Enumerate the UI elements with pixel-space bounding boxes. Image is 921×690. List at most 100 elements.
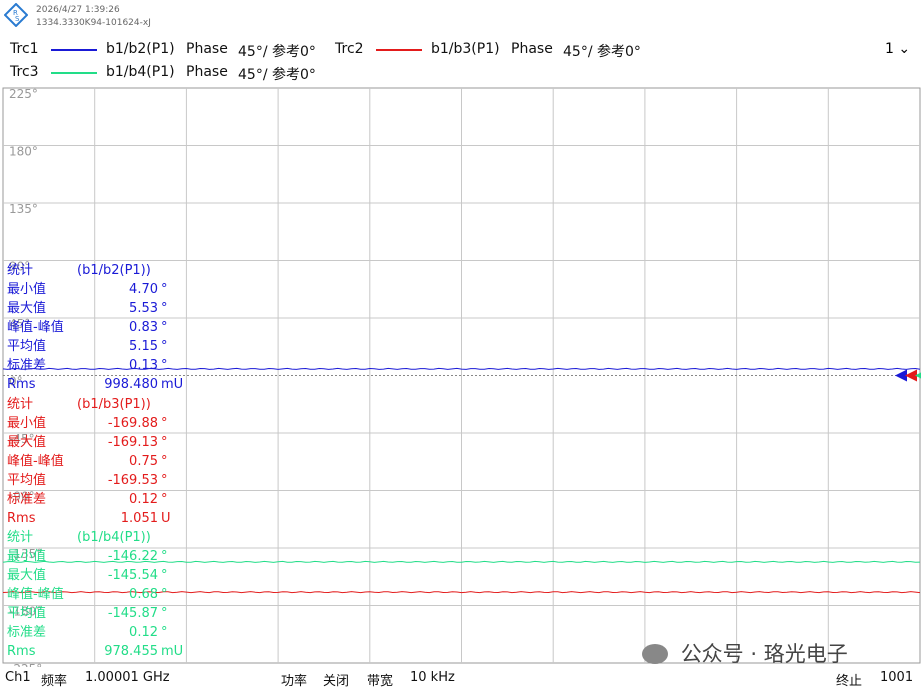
stats-unit: ° <box>161 358 168 373</box>
stats-unit: ° <box>161 454 168 469</box>
stats-row: 峰值-峰值 0.83 ° <box>7 318 182 337</box>
stats-label: 最大值 <box>7 568 47 583</box>
stats-row: 峰值-峰值 0.75 ° <box>7 452 182 471</box>
stats-value: 0.13 <box>129 358 158 373</box>
stats-row: Rms 978.455 mU <box>7 642 184 661</box>
stats-row: 平均值 -169.53 ° <box>7 471 182 490</box>
stats-unit: ° <box>161 492 168 507</box>
stats-value: -146.22 <box>107 549 158 564</box>
stats-label: 最小值 <box>7 282 47 297</box>
stats-row: 最小值 4.70 ° <box>7 280 182 299</box>
channel-label[interactable]: Ch1 <box>5 670 31 685</box>
stats-label: 最大值 <box>7 435 47 450</box>
freq-value[interactable]: 1.00001 GHz <box>85 670 170 685</box>
stats-unit: U <box>161 511 171 526</box>
stats-label: Rms <box>7 644 36 659</box>
stats-unit: ° <box>161 606 168 621</box>
stop-label: 终止 <box>836 674 863 689</box>
power-value[interactable]: 关闭 <box>323 670 349 689</box>
stats-value: 978.455 <box>104 644 158 659</box>
stats-value: 5.53 <box>129 301 158 316</box>
stats-label: 标准差 <box>7 358 47 373</box>
stats-row: 最大值 5.53 ° <box>7 299 182 318</box>
stats-unit: ° <box>161 339 168 354</box>
stats-row: 标准差 0.12 ° <box>7 623 182 642</box>
stats-trace-name: (b1/b2(P1)) <box>77 263 151 278</box>
stats-label: 峰值-峰值 <box>7 454 64 469</box>
stats-unit: ° <box>161 625 168 640</box>
stats-unit: ° <box>161 549 168 564</box>
stats-label: 峰值-峰值 <box>7 587 64 602</box>
y-tick-label: 135° <box>9 202 38 216</box>
stats-row: 最小值 -146.22 ° <box>7 547 182 566</box>
freq-label: 频率 <box>41 674 68 689</box>
stats-row: 平均值 -145.87 ° <box>7 604 182 623</box>
stats-label: 标准差 <box>7 492 47 507</box>
stats-header-label: 统计 <box>7 530 34 545</box>
stats-value: 998.480 <box>104 377 158 392</box>
bandwidth-value[interactable]: 10 kHz <box>410 670 455 685</box>
stats-row: 标准差 0.12 ° <box>7 490 182 509</box>
stats-header: 统计 (b1/b3(P1)) <box>7 395 182 414</box>
stop-value[interactable]: 1001 <box>880 670 913 685</box>
stats-value: -145.87 <box>107 606 158 621</box>
stats-row: 最小值 -169.88 ° <box>7 414 182 433</box>
stats-label: 峰值-峰值 <box>7 320 64 335</box>
stats-block-trc2: 统计 (b1/b3(P1)) 最小值 -169.88 ° 最大值 -169.13 ° 峰值-峰值… <box>7 395 182 528</box>
stats-value: 0.12 <box>129 625 158 640</box>
stats-row: 平均值 5.15 ° <box>7 337 182 356</box>
stats-unit: ° <box>161 568 168 583</box>
stats-label: Rms <box>7 511 36 526</box>
watermark: 公众号 · 珞光电子 <box>642 638 848 668</box>
stats-row: 峰值-峰值 0.68 ° <box>7 585 182 604</box>
stats-header-label: 统计 <box>7 263 34 278</box>
stats-label: 平均值 <box>7 606 47 621</box>
stats-value: 0.75 <box>129 454 158 469</box>
stats-unit: ° <box>161 473 168 488</box>
stats-value: 1.051 <box>120 511 158 526</box>
stats-value: -169.53 <box>107 473 158 488</box>
power-label: 功率 <box>281 674 308 689</box>
stats-label: Rms <box>7 377 36 392</box>
stats-label: 最小值 <box>7 416 47 431</box>
stats-label: 平均值 <box>7 339 47 354</box>
stats-value: 0.83 <box>129 320 158 335</box>
y-tick-label: 180° <box>9 145 38 159</box>
stats-value: 4.70 <box>129 282 158 297</box>
stats-row: Rms 998.480 mU <box>7 375 184 394</box>
wechat-icon <box>642 644 668 664</box>
stats-value: -169.13 <box>107 435 158 450</box>
stats-unit: ° <box>161 435 168 450</box>
stats-row: Rms 1.051 U <box>7 509 182 528</box>
stats-block-trc1: 统计 (b1/b2(P1)) 最小值 4.70 ° 最大值 5.53 ° 峰值-峰值 0.83 ° 平… <box>7 261 184 394</box>
stats-trace-name: (b1/b3(P1)) <box>77 397 151 412</box>
y-tick-label: 225° <box>9 87 38 101</box>
stats-block-trc3: 统计 (b1/b4(P1)) 最小值 -146.22 ° 最大值 -145.54 ° 峰值-峰值… <box>7 528 184 661</box>
stats-value: 5.15 <box>129 339 158 354</box>
stats-value: -169.88 <box>107 416 158 431</box>
stats-unit: ° <box>161 416 168 431</box>
stats-value: -145.54 <box>107 568 158 583</box>
stats-label: 平均值 <box>7 473 47 488</box>
stats-unit: ° <box>161 587 168 602</box>
stats-row: 最大值 -145.54 ° <box>7 566 182 585</box>
stats-trace-name: (b1/b4(P1)) <box>77 530 151 545</box>
stats-label: 标准差 <box>7 625 47 640</box>
stats-value: 0.68 <box>129 587 158 602</box>
bandwidth-label: 带宽 <box>367 674 394 689</box>
stats-unit: ° <box>161 282 168 297</box>
stats-value: 0.12 <box>129 492 158 507</box>
stats-header: 统计 (b1/b4(P1)) <box>7 528 182 547</box>
stats-row: 标准差 0.13 ° <box>7 356 182 375</box>
stats-unit: ° <box>161 320 168 335</box>
stats-label: 最小值 <box>7 549 47 564</box>
stats-header-label: 统计 <box>7 397 34 412</box>
stats-header: 统计 (b1/b2(P1)) <box>7 261 182 280</box>
stats-unit: mU <box>161 377 184 392</box>
watermark-text: 公众号 · 珞光电子 <box>680 642 848 666</box>
stats-unit: ° <box>161 301 168 316</box>
stats-unit: mU <box>161 644 184 659</box>
status-bar: Ch1 频率 1.00001 GHz 功率 关闭 带宽 10 kHz 终止 10… <box>0 667 921 690</box>
stats-row: 最大值 -169.13 ° <box>7 433 182 452</box>
stats-label: 最大值 <box>7 301 47 316</box>
